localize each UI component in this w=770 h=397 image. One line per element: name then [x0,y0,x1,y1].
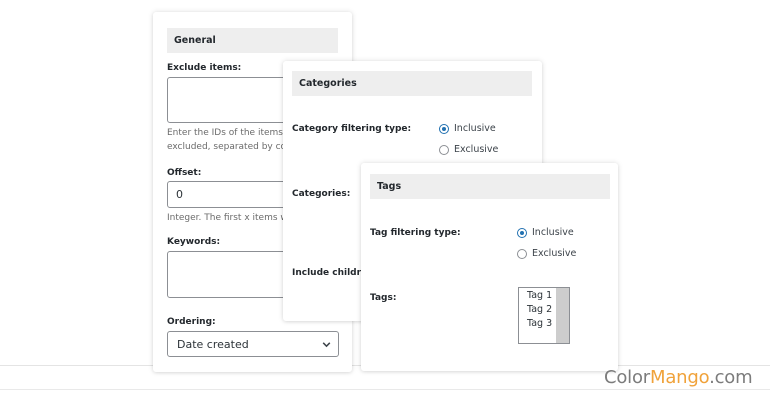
radio-checked-icon [439,123,449,134]
ordering-select[interactable]: Date created [167,331,339,357]
categories-label: Categories: [292,189,351,199]
tag-radio-inclusive[interactable]: Inclusive [517,227,574,238]
keywords-label: Keywords: [167,237,221,247]
tags-section-title: Tags [370,174,610,199]
footer-divider [0,389,770,390]
exclude-items-help-line2: excluded, separated by com [167,142,295,152]
categories-section-title: Categories [292,71,532,96]
general-section-title: General [167,28,338,53]
ordering-selected-value: Date created [177,337,249,351]
include-children-label: Include childrer [292,268,372,278]
radio-unchecked-icon [517,248,527,259]
exclude-items-label: Exclude items: [167,63,242,73]
watermark-logo: ColorMango.com [604,367,753,388]
exclude-items-help-line1: Enter the IDs of the items to [167,128,295,138]
tag-filtering-label: Tag filtering type: [370,228,461,238]
tags-panel: Tags Tag filtering type: Inclusive Exclu… [361,163,618,371]
ordering-label: Ordering: [167,317,216,327]
category-exclusive-label: Exclusive [454,144,499,155]
tags-label: Tags: [370,293,397,303]
tag-exclusive-label: Exclusive [532,248,577,259]
category-filtering-label: Category filtering type: [292,124,412,134]
listbox-scrollbar[interactable] [556,288,569,343]
radio-unchecked-icon [439,144,449,155]
tag-radio-exclusive[interactable]: Exclusive [517,248,576,259]
radio-checked-icon [517,227,527,238]
offset-help: Integer. The first x items wil [167,213,293,223]
category-inclusive-label: Inclusive [454,123,496,134]
category-radio-exclusive[interactable]: Exclusive [439,144,498,155]
tags-multiselect[interactable]: Tag 1 Tag 2 Tag 3 [518,287,570,344]
category-radio-inclusive[interactable]: Inclusive [439,123,496,134]
tag-inclusive-label: Inclusive [532,227,574,238]
chevron-down-icon [322,342,331,348]
offset-label: Offset: [167,168,202,178]
